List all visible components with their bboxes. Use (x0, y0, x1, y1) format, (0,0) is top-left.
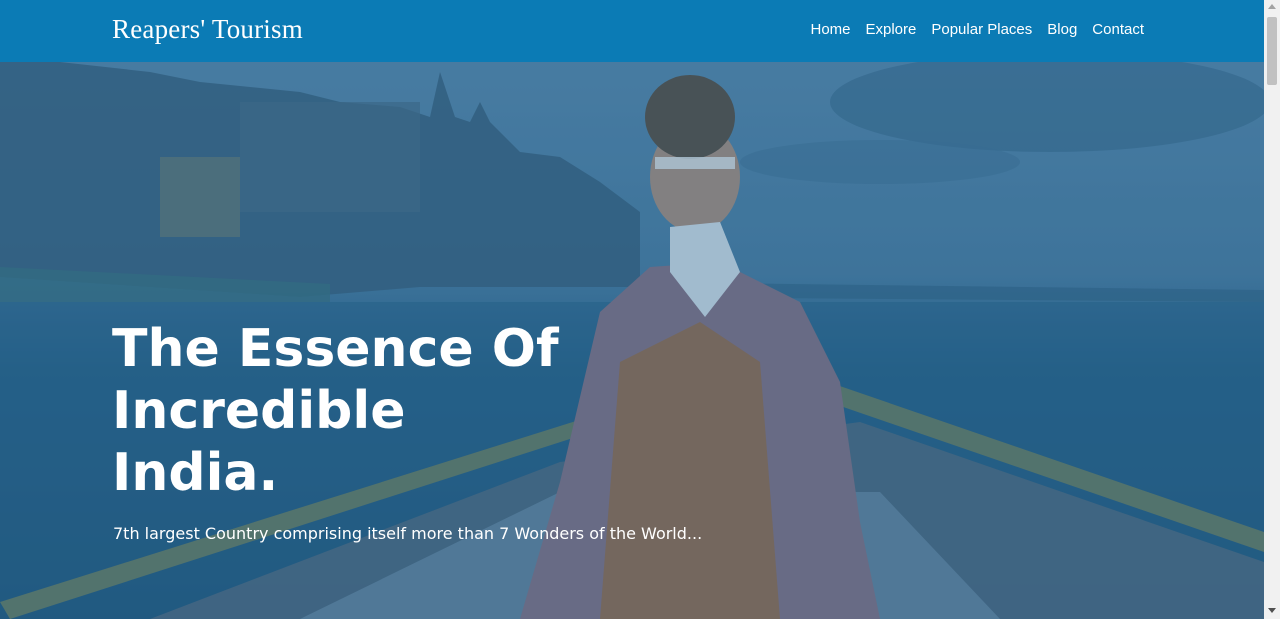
hero-section: The Essence Of Incredible India. 7th lar… (0, 62, 1264, 619)
brand-logo[interactable]: Reapers' Tourism (112, 14, 303, 45)
hero-title-line-1: The Essence Of (112, 319, 559, 379)
nav-link-explore[interactable]: Explore (866, 20, 917, 40)
hero-title: The Essence Of Incredible India. (112, 318, 572, 504)
scroll-down-arrow-icon[interactable] (1268, 608, 1276, 613)
hero-subtitle: 7th largest Country comprising itself mo… (113, 524, 703, 543)
scrollbar-thumb[interactable] (1267, 17, 1277, 85)
nav-link-home[interactable]: Home (810, 20, 850, 40)
scroll-up-arrow-icon[interactable] (1268, 4, 1276, 9)
navbar: Reapers' Tourism Home Explore Popular Pl… (0, 0, 1264, 62)
nav-link-popular-places[interactable]: Popular Places (931, 20, 1032, 40)
nav-links: Home Explore Popular Places Blog Contact (810, 20, 1144, 40)
nav-link-contact[interactable]: Contact (1092, 20, 1144, 40)
nav-link-blog[interactable]: Blog (1047, 20, 1077, 40)
page-scrollbar[interactable] (1264, 0, 1280, 619)
hero-title-line-2: Incredible (112, 381, 406, 441)
hero-title-line-3: India. (112, 443, 279, 503)
